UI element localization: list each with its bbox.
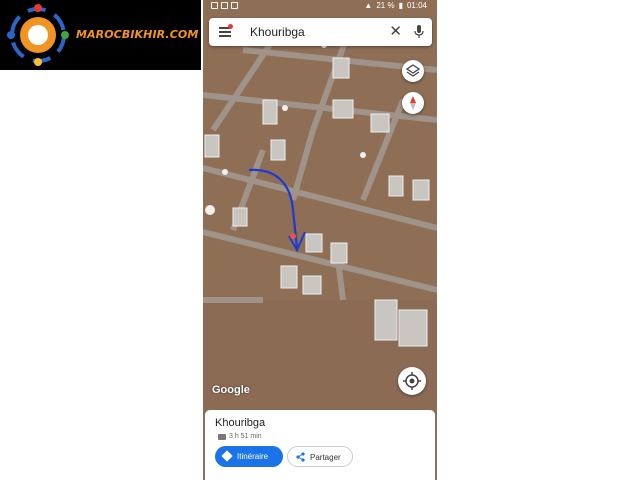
battery-icon: ▮ <box>398 1 403 10</box>
layers-button[interactable] <box>402 60 424 82</box>
layers-icon <box>405 64 421 77</box>
place-card[interactable]: Khouribga 3 h 51 min Itinéraire Partager <box>205 410 435 480</box>
system-indicators: ▲ 21 % ▮ 01:04 <box>364 1 427 10</box>
phone-screen: ▲ 21 % ▮ 01:04 Khouribga ✕ Google Khouri… <box>203 0 437 480</box>
battery-level: 21 % <box>376 1 395 10</box>
share-icon <box>296 452 305 462</box>
search-bar[interactable]: Khouribga ✕ <box>209 18 432 46</box>
clock: 01:04 <box>406 1 427 10</box>
watermark-logo: MAROCBIKHIR.COM <box>0 0 201 70</box>
directions-label: Itinéraire <box>237 452 269 461</box>
compass-icon <box>410 96 416 110</box>
microphone-icon[interactable] <box>414 25 424 39</box>
search-input[interactable]: Khouribga <box>250 25 305 39</box>
close-icon[interactable]: ✕ <box>389 24 402 39</box>
share-label: Partager <box>310 453 341 462</box>
status-bar: ▲ 21 % ▮ 01:04 <box>203 0 437 13</box>
map-attribution: Google <box>212 384 250 396</box>
watermark-text: MAROCBIKHIR.COM <box>76 28 199 41</box>
notification-dot <box>228 24 233 29</box>
my-location-icon <box>403 372 421 390</box>
my-location-button[interactable] <box>398 367 426 395</box>
notification-icons <box>211 2 238 9</box>
signal-icon: ▲ <box>364 1 373 10</box>
gallery-icon <box>211 2 218 9</box>
travel-info: 3 h 51 min <box>218 433 262 440</box>
compass-button[interactable] <box>402 92 424 114</box>
share-button[interactable]: Partager <box>287 446 353 467</box>
directions-button[interactable]: Itinéraire <box>215 446 283 467</box>
travel-time: 3 h 51 min <box>229 433 262 440</box>
car-icon <box>218 433 226 440</box>
gallery-icon <box>221 2 228 9</box>
place-title: Khouribga <box>215 417 266 429</box>
logo-emblem-icon <box>7 4 69 66</box>
directions-icon <box>221 450 233 462</box>
message-icon <box>231 2 238 9</box>
location-pin-icon[interactable] <box>290 233 296 239</box>
